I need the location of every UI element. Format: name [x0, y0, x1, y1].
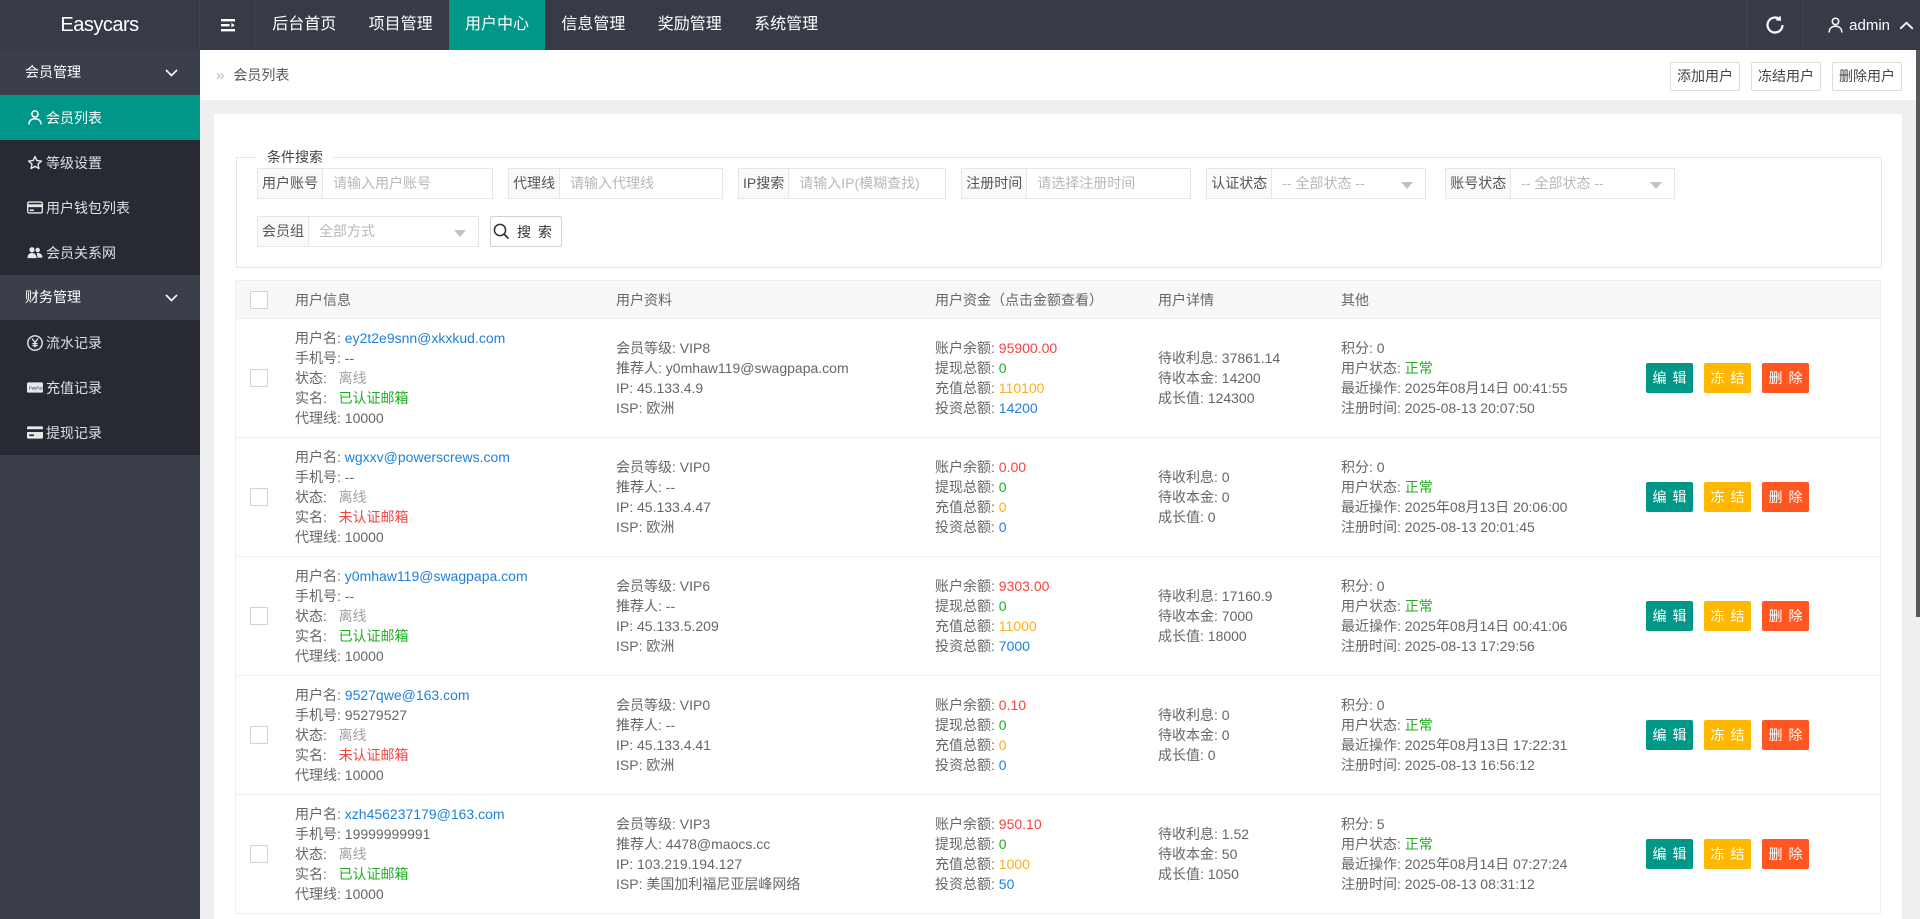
svg-text:PayPal: PayPal: [29, 385, 43, 390]
